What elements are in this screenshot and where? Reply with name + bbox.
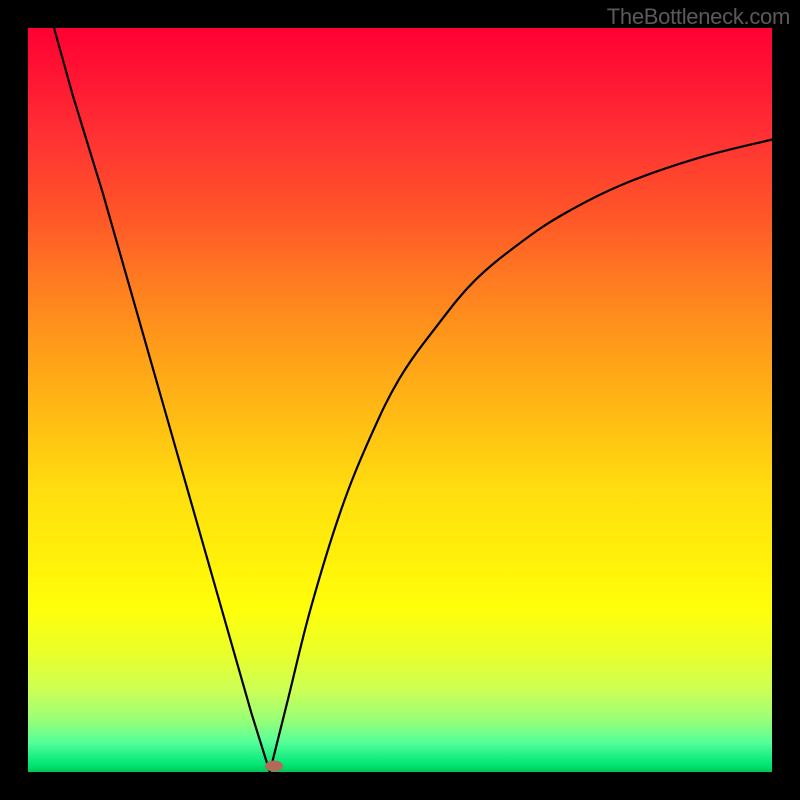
left-branch-curve: [54, 28, 270, 772]
bottleneck-chart: TheBottleneck.com: [0, 0, 800, 800]
right-branch-curve: [270, 140, 772, 772]
plot-area: [28, 28, 772, 772]
attribution-text: TheBottleneck.com: [607, 4, 790, 30]
curve-svg: [28, 28, 772, 772]
minimum-marker: [265, 761, 283, 772]
